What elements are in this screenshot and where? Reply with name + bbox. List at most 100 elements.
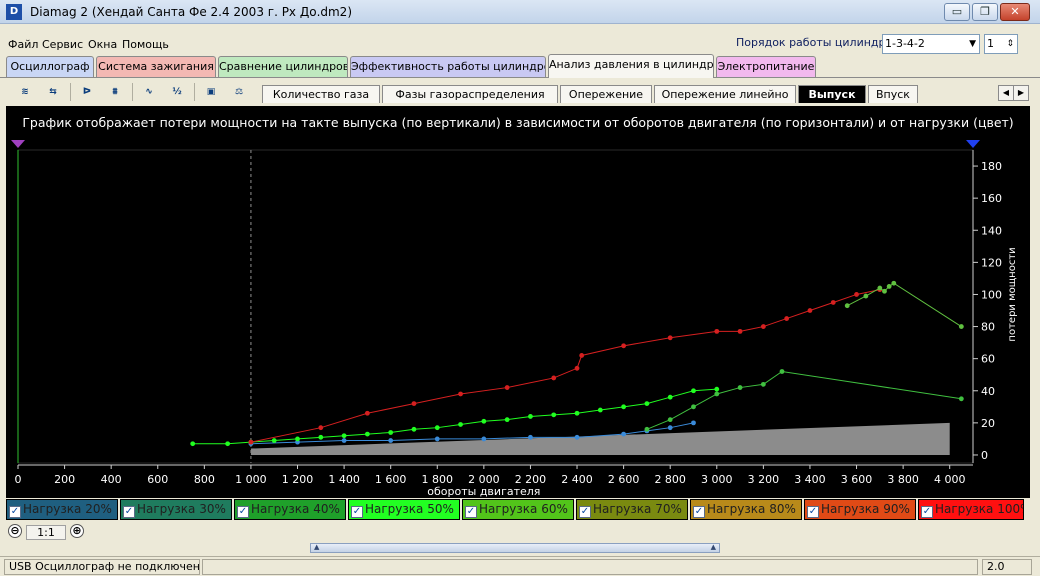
subtab-valve-timing[interactable]: Фазы газораспределения (382, 85, 558, 103)
checkbox-icon[interactable]: ✓ (123, 506, 135, 518)
menu-file[interactable]: Файл (8, 38, 38, 51)
x-tick-label: 0 (15, 473, 22, 486)
data-point (458, 391, 463, 397)
close-button[interactable]: ✕ (1000, 3, 1030, 21)
data-point (691, 388, 696, 394)
scroll-right-small-icon[interactable]: ▲ (711, 543, 716, 551)
waveform-icon[interactable]: ≋ (14, 81, 36, 103)
y-tick-label: 180 (981, 160, 1002, 173)
series-line (846, 282, 962, 327)
scroll-left-icon[interactable]: ◀ (998, 85, 1014, 101)
toolbar-separator (70, 83, 71, 101)
data-point (667, 417, 673, 423)
data-point (481, 436, 487, 442)
menu-service[interactable]: Сервис (42, 38, 83, 51)
legend-load-50[interactable]: ✓ Нагрузка 50% (348, 499, 460, 520)
checkbox-icon[interactable]: ✓ (921, 506, 933, 518)
data-point (877, 285, 883, 291)
legend-load-80[interactable]: ✓ Нагрузка 80% (690, 499, 802, 520)
tab-oscilloscope[interactable]: Осциллограф (6, 56, 94, 77)
toolbar-separator (194, 83, 195, 101)
data-point (388, 430, 394, 435)
subtab-advance-linear[interactable]: Опережение линейно (654, 85, 796, 103)
subtab-gas-amount[interactable]: Количество газа (262, 85, 380, 103)
legend-load-60[interactable]: ✓ Нагрузка 60% (462, 499, 574, 520)
legend-load-20[interactable]: ✓ Нагрузка 20% (6, 499, 118, 520)
subtab-advance[interactable]: Опережение (560, 85, 652, 103)
toolbar-separator (132, 83, 133, 101)
scroll-left-small-icon[interactable]: ▲ (314, 543, 319, 551)
tab-cylinder-comparison[interactable]: Сравнение цилиндров (218, 56, 348, 77)
checkbox-icon[interactable]: ✓ (9, 506, 21, 518)
minimize-button[interactable]: ▭ (944, 3, 970, 21)
scroll-right-icon[interactable]: ▶ (1013, 85, 1029, 101)
range-start-marker-icon (11, 140, 25, 148)
cylinder-spin[interactable]: 1 ⇕ (984, 34, 1018, 54)
data-point (760, 381, 766, 387)
subtab-exhaust[interactable]: Выпуск (798, 85, 866, 103)
tab-cylinder-efficiency[interactable]: Эффективность работы цилиндров (350, 56, 546, 77)
checkbox-icon[interactable]: ✓ (807, 506, 819, 518)
exhaust-loss-chart[interactable]: 0 200 400 600 800 1 000 1 200 1 400 1 600 1 800 2 … (6, 106, 1030, 498)
curve-icon[interactable]: ∿ (138, 81, 160, 103)
x-tick-label: 600 (147, 473, 168, 486)
zoom-out-icon[interactable]: ⊖ (8, 524, 22, 538)
scales-icon[interactable]: ⚖ (228, 81, 250, 103)
x-tick-label: 3 000 (701, 473, 733, 486)
y-tick-label: 20 (981, 417, 995, 430)
data-point (644, 426, 650, 432)
data-point (341, 438, 347, 443)
x-tick-label: 3 200 (748, 473, 780, 486)
data-point (458, 422, 463, 427)
data-point (958, 324, 964, 329)
menu-help[interactable]: Помощь (122, 38, 169, 51)
y-tick-label: 160 (981, 192, 1002, 205)
legend-load-30[interactable]: ✓ Нагрузка 30% (120, 499, 232, 520)
subtab-intake[interactable]: Впуск (868, 85, 918, 103)
data-point (434, 436, 440, 442)
data-point (341, 433, 347, 439)
data-point (760, 324, 766, 329)
maximize-button[interactable]: ❐ (972, 3, 998, 21)
checkbox-icon[interactable]: ✓ (237, 506, 249, 518)
gray-area (250, 422, 950, 455)
checkbox-icon[interactable]: ✓ (579, 506, 591, 518)
data-point (528, 434, 533, 440)
legend-load-100[interactable]: ✓ Нагрузка 100% (918, 499, 1024, 520)
x-tick-label: 1 000 (235, 473, 267, 486)
zoom-in-icon[interactable]: ⊕ (70, 524, 84, 538)
tab-power-supply[interactable]: Электропитание (716, 56, 816, 77)
data-point (551, 412, 557, 418)
legend-load-70[interactable]: ✓ Нагрузка 70% (576, 499, 688, 520)
tab-cylinder-pressure[interactable]: Анализ давления в цилиндре (548, 54, 714, 78)
y-tick-label: 60 (981, 353, 995, 366)
horizontal-scrollbar[interactable]: ▲ ▲ (310, 543, 720, 553)
algorithm-icon[interactable]: ½ (166, 81, 188, 103)
legend-load-90[interactable]: ✓ Нагрузка 90% (804, 499, 916, 520)
save-icon[interactable]: ▣ (200, 81, 222, 103)
counter-icon[interactable]: ⇆ (42, 81, 64, 103)
x-tick-label: 400 (101, 473, 122, 486)
data-point (779, 369, 785, 374)
data-point (667, 425, 673, 431)
series-line (250, 289, 880, 443)
checkbox-icon[interactable]: ✓ (351, 506, 363, 518)
usb-status: USB Осциллограф не подключен (4, 559, 200, 575)
data-point (318, 434, 324, 440)
cylinder-order-select[interactable]: 1-3-4-2 ▼ (882, 34, 980, 54)
legend-load-40[interactable]: ✓ Нагрузка 40% (234, 499, 346, 520)
data-point (807, 308, 813, 313)
menu-windows[interactable]: Окна (88, 38, 117, 51)
data-point (434, 425, 440, 431)
checkbox-icon[interactable]: ✓ (693, 506, 705, 518)
app-version: 2.0 (982, 559, 1032, 575)
data-point (667, 394, 673, 400)
checkbox-icon[interactable]: ✓ (465, 506, 477, 518)
data-point (891, 280, 897, 286)
data-point (481, 418, 487, 424)
auto-icon[interactable]: ᐅ (76, 81, 98, 103)
data-point (364, 410, 370, 416)
filter-icon[interactable]: ⩩ (104, 81, 126, 103)
tab-ignition-system[interactable]: Система зажигания (96, 56, 216, 77)
zoom-controls: ⊖ 1:1 ⊕ (6, 522, 106, 540)
